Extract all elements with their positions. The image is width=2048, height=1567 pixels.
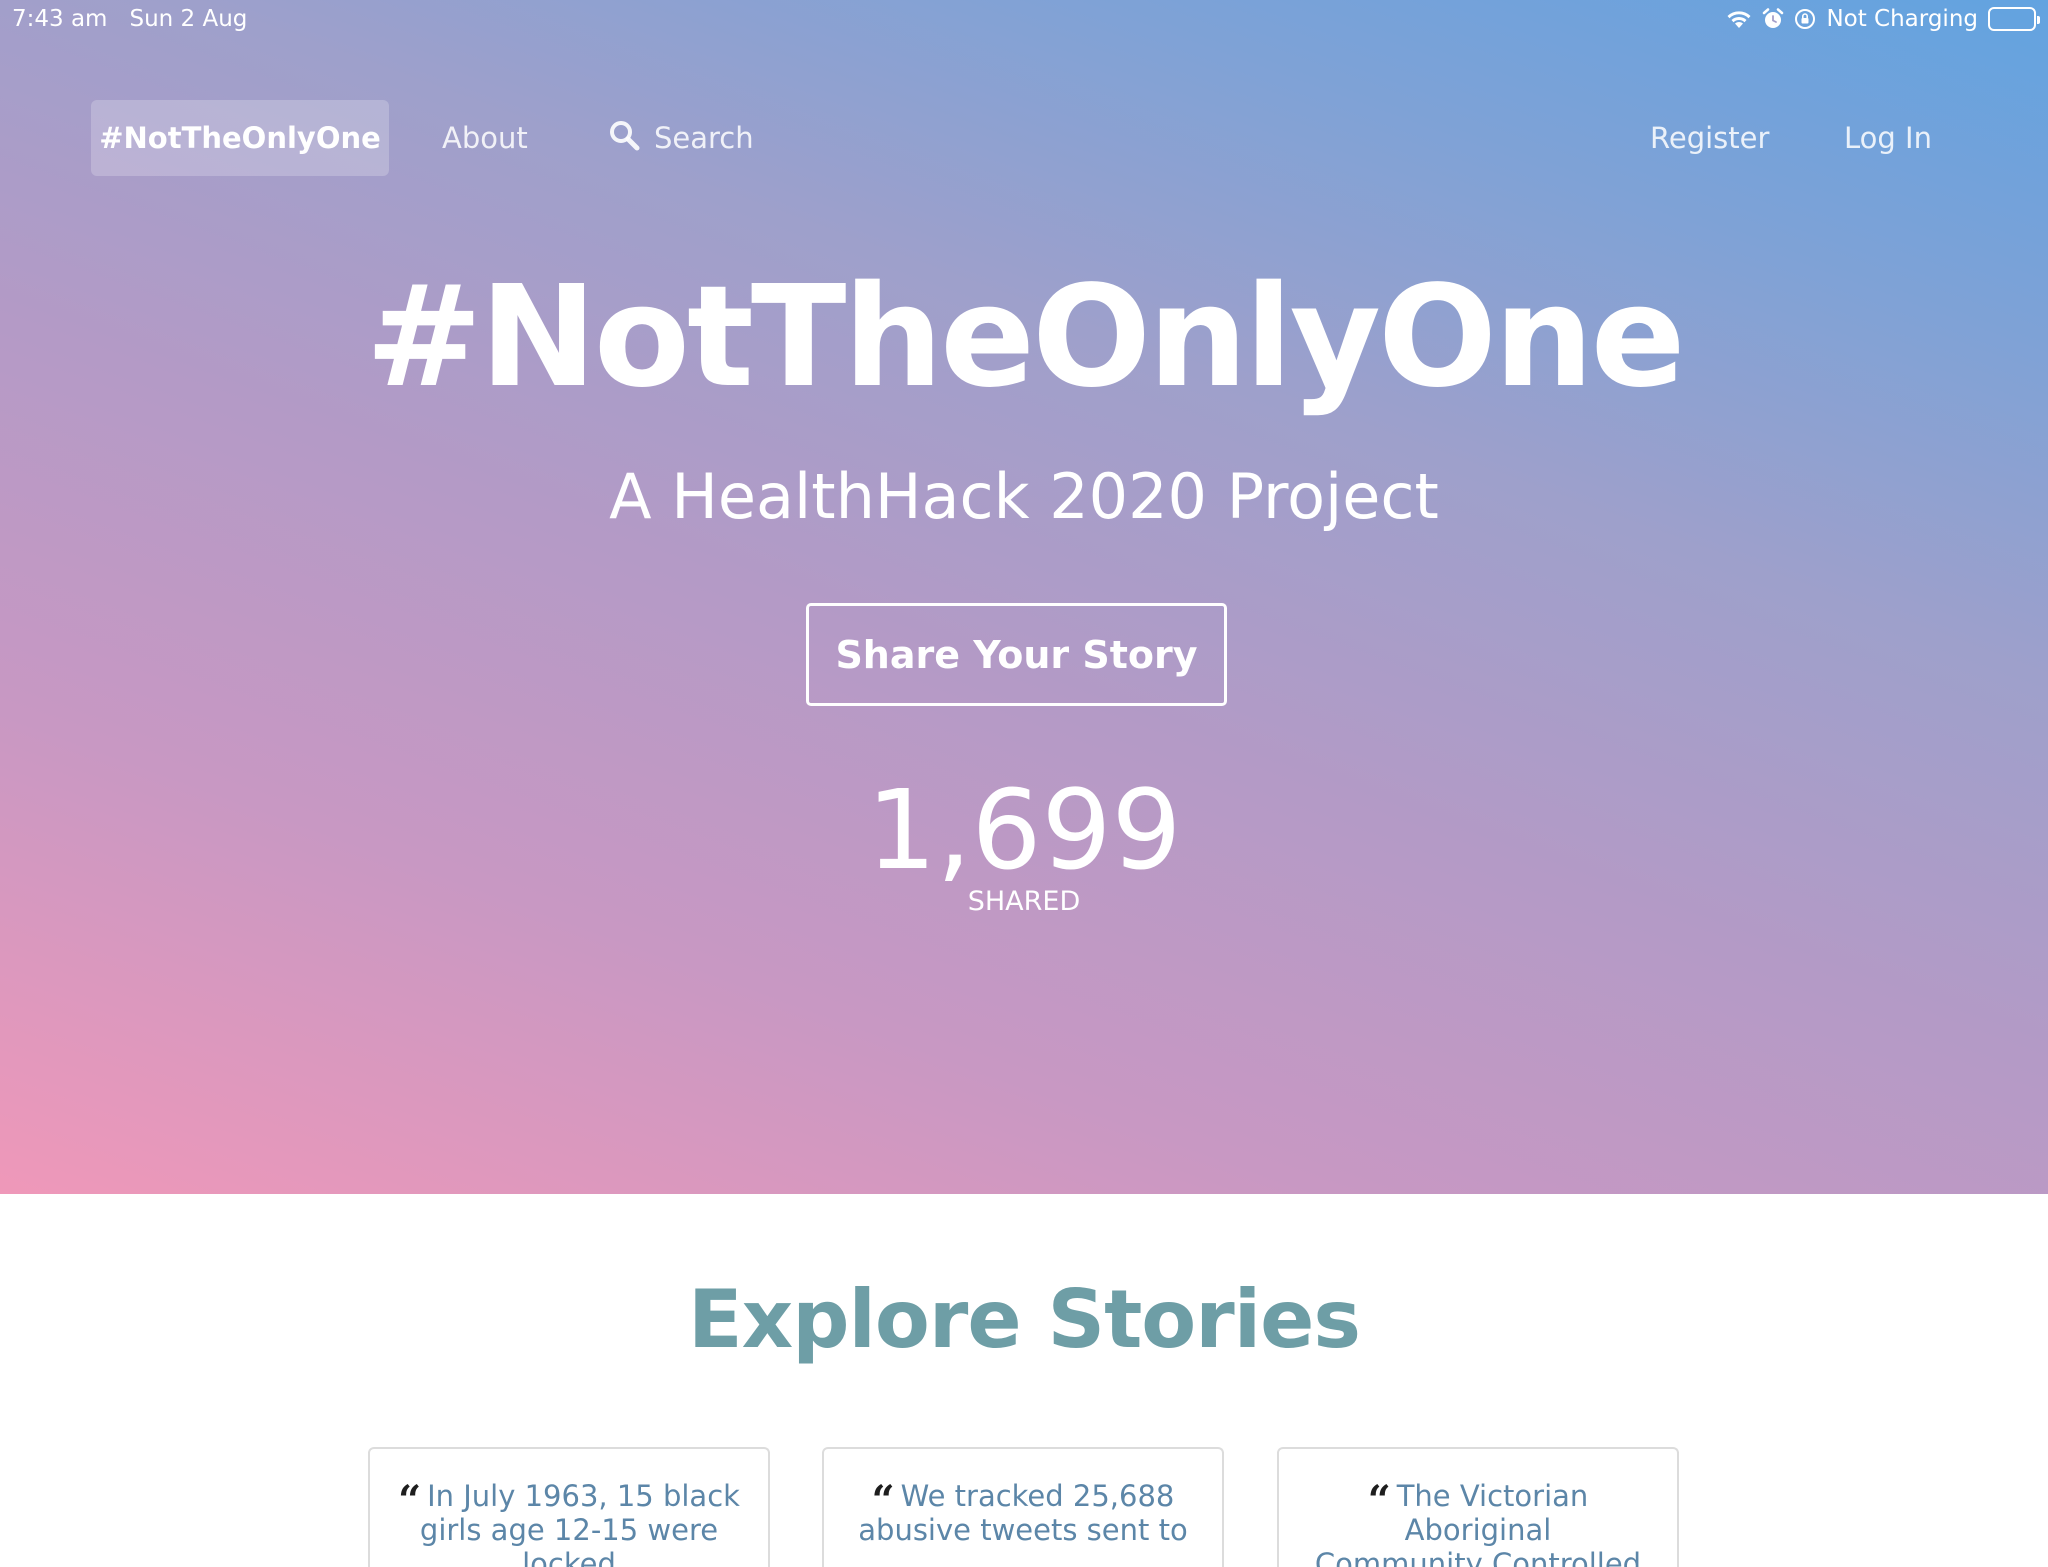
battery-icon [1988,7,2040,31]
status-time: 7:43 am [12,6,108,32]
hero-section: 7:43 am Sun 2 Aug Not Charging #NotTheOn… [0,0,2048,1194]
search-icon [608,119,640,158]
story-card-line: Community Controlled [1314,1547,1642,1567]
story-card[interactable]: “The Victorian Aboriginal Community Cont… [1277,1447,1679,1567]
story-card[interactable]: “In July 1963, 15 black girls age 12-15 … [368,1447,770,1567]
explore-stories-heading: Explore Stories [687,1273,1361,1366]
share-your-story-button[interactable]: Share Your Story [806,603,1227,706]
story-card-line: In July 1963, 15 black [427,1479,740,1513]
nav-brand-link[interactable]: #NotTheOnlyOne [91,100,389,176]
nav-search-link[interactable]: Search [608,100,754,176]
battery-status-text: Not Charging [1826,6,1978,32]
story-card-line: The Victorian Aboriginal [1396,1479,1589,1547]
orientation-lock-icon [1794,8,1816,30]
hero-title: #NotTheOnlyOne [365,256,1685,419]
nav-search-label: Search [654,121,754,155]
wifi-icon [1726,9,1752,29]
quote-icon: “ [1367,1477,1391,1524]
story-card-line: We tracked 25,688 [900,1479,1175,1513]
nav-register-link[interactable]: Register [1650,100,1769,176]
shared-count-label: SHARED [967,886,1081,917]
status-bar-right: Not Charging [1726,6,2040,32]
status-bar-left: 7:43 am Sun 2 Aug [12,6,247,32]
nav-login-link[interactable]: Log In [1844,100,1932,176]
status-date: Sun 2 Aug [129,6,248,32]
shared-count: 1,699 [866,766,1182,894]
nav-about-link[interactable]: About [442,100,528,176]
hero-subtitle: A HealthHack 2020 Project [609,460,1439,533]
story-card-line: abusive tweets sent to [858,1513,1188,1547]
story-card-line: girls age 12-15 were locked [419,1513,719,1567]
alarm-icon [1762,8,1784,30]
quote-icon: “ [871,1477,895,1524]
story-card[interactable]: “We tracked 25,688 abusive tweets sent t… [822,1447,1224,1567]
quote-icon: “ [398,1477,422,1524]
